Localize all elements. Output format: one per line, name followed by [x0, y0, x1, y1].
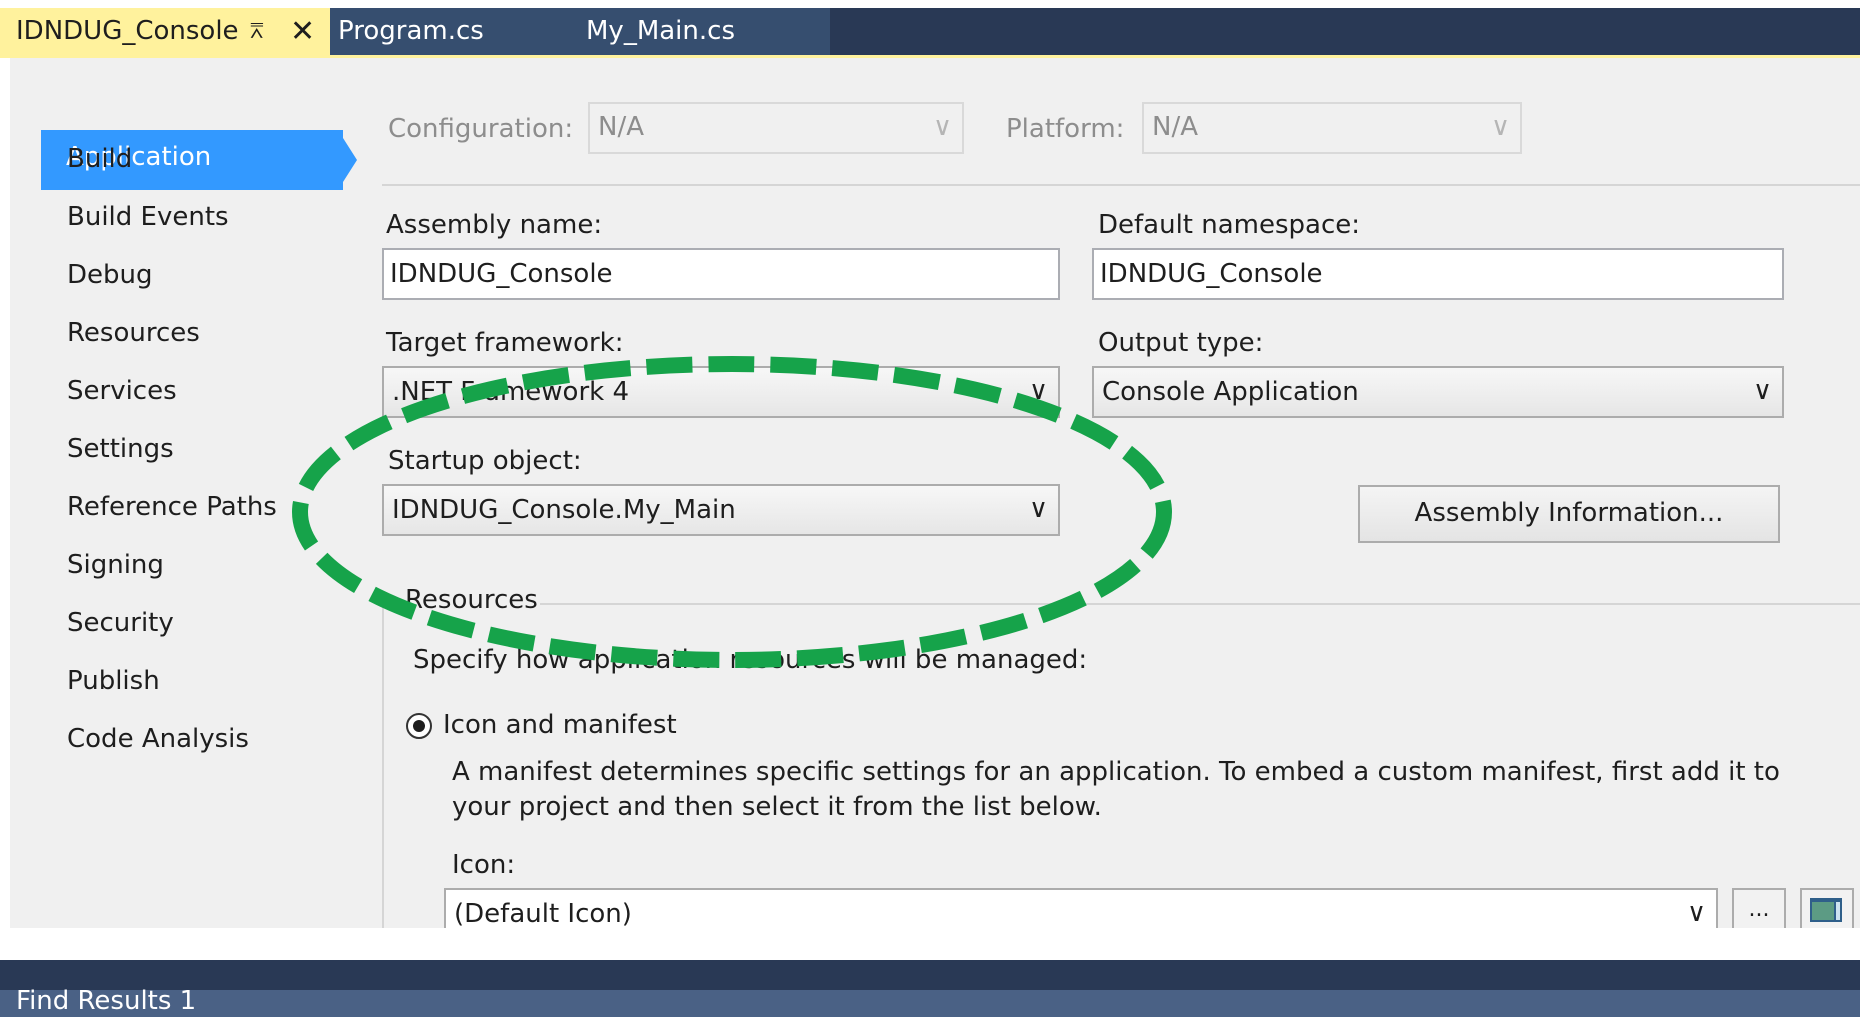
find-results-tab[interactable]: Find Results 1	[0, 986, 1860, 1017]
platform-select: N/A ∨	[1142, 102, 1522, 154]
resources-group-border-left	[382, 603, 400, 605]
tab-strip-top-band	[0, 0, 1860, 8]
nav-item-resources[interactable]: Resources	[67, 318, 200, 348]
platform-value: N/A	[1152, 112, 1198, 142]
resources-group-border-side	[382, 603, 384, 928]
tab-my-main-cs[interactable]: My_Main.cs	[572, 8, 830, 55]
icon-value: (Default Icon)	[454, 899, 632, 928]
platform-label: Platform:	[1006, 114, 1125, 144]
configuration-value: N/A	[598, 112, 644, 142]
output-type-label: Output type:	[1098, 328, 1264, 358]
tab-label: My_Main.cs	[586, 16, 735, 46]
chevron-down-icon: ∨	[1028, 494, 1048, 524]
nav-item-publish[interactable]: Publish	[67, 666, 160, 696]
target-framework-select[interactable]: .NET Framework 4 ∨	[382, 366, 1060, 418]
application-icon	[1810, 898, 1842, 922]
browse-icon-button[interactable]: ...	[1732, 888, 1786, 928]
tab-program-cs[interactable]: Program.cs	[330, 8, 572, 55]
config-separator	[382, 184, 1860, 186]
tab-label: Program.cs	[338, 16, 484, 46]
bottom-gap	[0, 928, 1860, 960]
startup-object-label: Startup object:	[388, 446, 582, 476]
chevron-down-icon: ∨	[1752, 376, 1772, 406]
startup-object-select[interactable]: IDNDUG_Console.My_Main ∨	[382, 484, 1060, 536]
icon-and-manifest-label[interactable]: Icon and manifest	[443, 710, 677, 740]
nav-item-code-analysis[interactable]: Code Analysis	[67, 724, 249, 754]
chevron-down-icon: ∨	[1490, 112, 1510, 142]
manifest-description-line2: your project and then select it from the…	[452, 792, 1102, 822]
resources-description: Specify how application resources will b…	[413, 645, 1088, 675]
tab-idndug-console[interactable]: IDNDUG_Console ⩞ ✕	[0, 8, 330, 55]
nav-item-signing[interactable]: Signing	[67, 550, 164, 580]
document-tab-strip: IDNDUG_Console ⩞ ✕ Program.cs My_Main.cs	[0, 0, 1860, 58]
resources-group-border-top	[540, 603, 1860, 605]
project-properties-page: Application Build Build Events Debug Res…	[10, 58, 1860, 928]
nav-item-services[interactable]: Services	[67, 376, 177, 406]
chevron-down-icon: ∨	[1686, 898, 1706, 928]
nav-item-build-events[interactable]: Build Events	[67, 202, 229, 232]
nav-item-build[interactable]: Build	[67, 144, 132, 174]
resources-group-title: Resources	[405, 585, 538, 615]
target-framework-label: Target framework:	[386, 328, 624, 358]
assembly-name-input[interactable]: IDNDUG_Console	[382, 248, 1060, 300]
output-type-value: Console Application	[1102, 377, 1359, 407]
tool-window-band	[0, 960, 1860, 990]
manifest-description-line1: A manifest determines specific settings …	[452, 757, 1780, 787]
configuration-select: N/A ∨	[588, 102, 964, 154]
icon-select[interactable]: (Default Icon) ∨	[444, 888, 1718, 928]
close-icon[interactable]: ✕	[290, 8, 315, 55]
nav-selection-arrow	[343, 138, 357, 182]
nav-item-security[interactable]: Security	[67, 608, 174, 638]
assembly-information-button[interactable]: Assembly Information...	[1358, 485, 1780, 543]
icon-label: Icon:	[452, 850, 516, 880]
default-namespace-label: Default namespace:	[1098, 210, 1361, 240]
chevron-down-icon: ∨	[932, 112, 952, 142]
icon-and-manifest-radio[interactable]	[406, 713, 432, 739]
default-namespace-input[interactable]: IDNDUG_Console	[1092, 248, 1784, 300]
icon-row-clip: (Default Icon) ∨ ...	[444, 888, 1860, 928]
nav-item-settings[interactable]: Settings	[67, 434, 174, 464]
pin-icon[interactable]: ⩞	[250, 8, 263, 55]
output-type-select[interactable]: Console Application ∨	[1092, 366, 1784, 418]
tab-label: IDNDUG_Console	[16, 16, 239, 46]
chevron-down-icon: ∨	[1028, 376, 1048, 406]
nav-item-reference-paths[interactable]: Reference Paths	[67, 492, 277, 522]
nav-item-debug[interactable]: Debug	[67, 260, 153, 290]
icon-preview	[1800, 888, 1854, 928]
startup-object-value: IDNDUG_Console.My_Main	[392, 495, 736, 525]
configuration-label: Configuration:	[388, 114, 574, 144]
find-results-label: Find Results 1	[16, 986, 197, 1016]
assembly-name-label: Assembly name:	[386, 210, 603, 240]
target-framework-value: .NET Framework 4	[392, 377, 630, 407]
